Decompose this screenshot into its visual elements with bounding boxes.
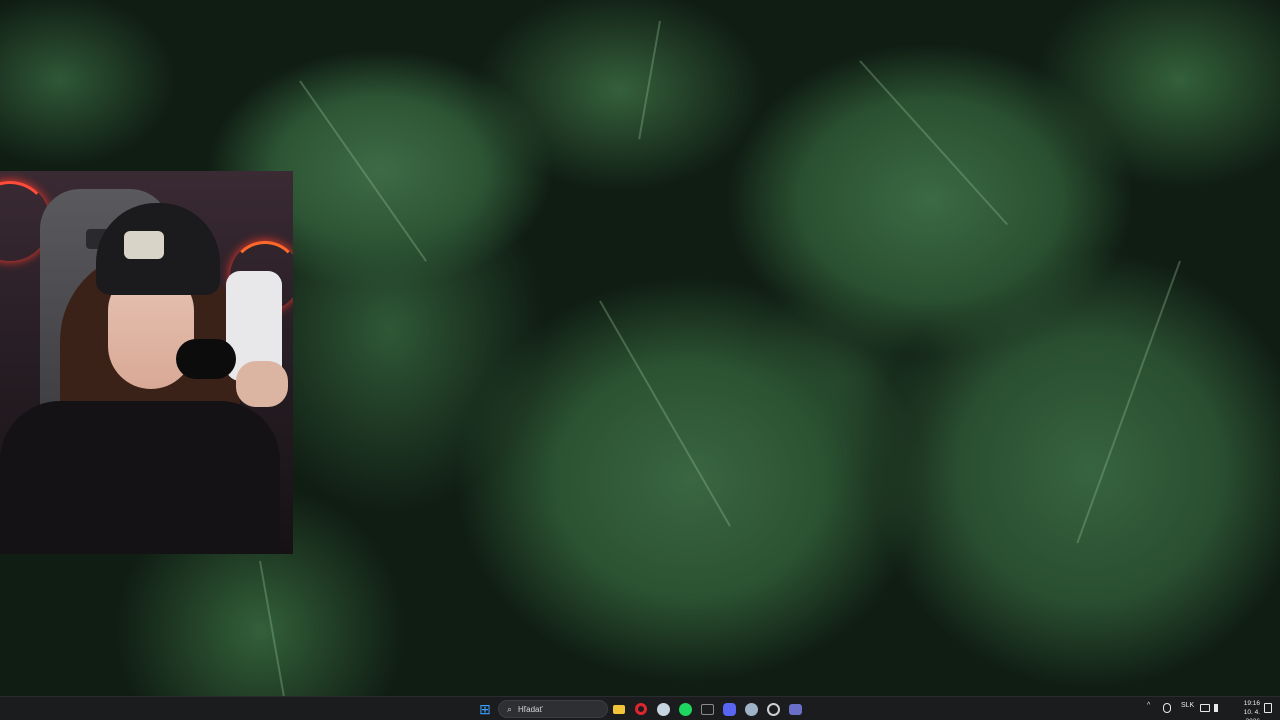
network-icon[interactable]: [1200, 704, 1210, 712]
opera-browser-icon: [635, 703, 647, 715]
file-explorer-icon: [613, 704, 625, 714]
search-placeholder: Hľadať: [518, 704, 543, 714]
clock-date: 10. 4. 2026: [1243, 709, 1260, 720]
steam-alt-button[interactable]: [742, 700, 760, 718]
app-button[interactable]: [786, 700, 804, 718]
opera-browser-button[interactable]: [632, 700, 650, 718]
xbox-button[interactable]: [698, 700, 716, 718]
start-button[interactable]: ⊞: [476, 700, 494, 718]
spotify-button[interactable]: [676, 700, 694, 718]
taskbar: ⊞ ⌕ Hľadať ^ SLK 19:16 10. 4. 2026: [0, 696, 1280, 720]
streamer-hand: [236, 361, 288, 407]
steam-icon: [656, 702, 670, 716]
app-icon: [788, 703, 802, 715]
tray-overflow-chevron-icon[interactable]: ^: [1147, 702, 1150, 709]
notifications-icon[interactable]: [1264, 703, 1272, 713]
microphone-icon: [176, 339, 236, 379]
webcam-overlay: [0, 171, 293, 554]
volume-icon[interactable]: [1214, 704, 1224, 712]
system-clock[interactable]: 19:16 10. 4. 2026: [1228, 699, 1260, 720]
streamer-body: [0, 401, 280, 554]
search-icon: ⌕: [507, 703, 513, 714]
file-explorer-button[interactable]: [610, 700, 628, 718]
steam-button[interactable]: [654, 700, 672, 718]
spotify-icon: [678, 702, 692, 716]
steam-alt-icon: [744, 702, 758, 716]
taskbar-search-input[interactable]: ⌕ Hľadať: [498, 700, 608, 718]
obs-button[interactable]: [764, 700, 782, 718]
xbox-icon: [700, 703, 714, 715]
obs-icon: [766, 702, 780, 716]
discord-button[interactable]: [720, 700, 738, 718]
clock-time: 19:16: [1243, 700, 1260, 707]
microphone-tray-icon[interactable]: [1163, 703, 1171, 713]
beanie-patch-icon: [124, 231, 164, 259]
discord-icon: [722, 702, 736, 716]
language-indicator[interactable]: SLK: [1181, 702, 1194, 709]
start-icon: ⊞: [479, 701, 491, 717]
